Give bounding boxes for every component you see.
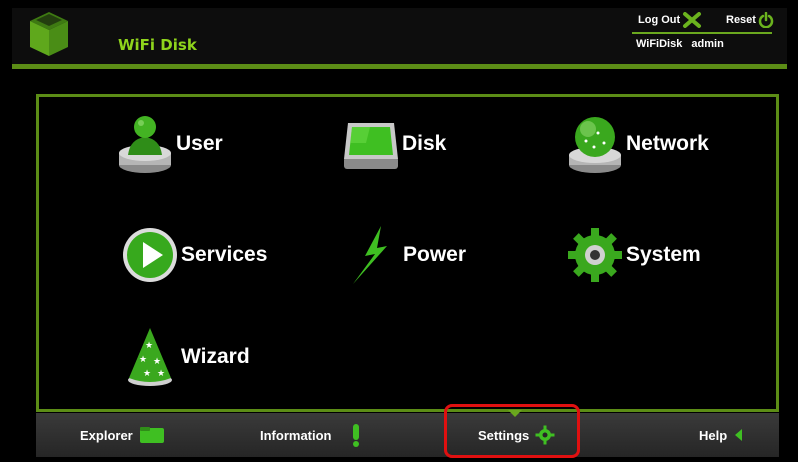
nav-help-label: Help: [699, 427, 728, 443]
tile-disk-label: Disk: [402, 132, 447, 155]
nav-information[interactable]: Information: [260, 413, 364, 457]
tile-user[interactable]: User: [114, 113, 223, 175]
reset-label: Reset: [726, 14, 756, 26]
nav-explorer[interactable]: Explorer: [80, 413, 165, 457]
tile-power[interactable]: Power: [341, 224, 466, 286]
tile-network[interactable]: Network: [564, 113, 709, 175]
close-x-icon: [683, 12, 702, 28]
tile-system[interactable]: System: [564, 224, 701, 286]
nav-information-label: Information: [260, 427, 332, 443]
logout-label: Log Out: [638, 14, 681, 26]
session-panel: Log Out Reset WiFiDisk admin: [622, 10, 774, 58]
svg-text:★: ★: [139, 355, 147, 365]
header-divider: [632, 32, 772, 34]
reset-button[interactable]: Reset: [726, 12, 774, 28]
network-icon: [569, 117, 621, 173]
svg-text:★: ★: [143, 369, 151, 379]
logout-button[interactable]: Log Out: [638, 12, 702, 28]
nav-help[interactable]: Help: [699, 413, 745, 457]
services-icon: [123, 228, 177, 282]
settings-highlight-box: [444, 404, 580, 458]
tile-system-label: System: [626, 243, 701, 266]
tile-network-label: Network: [626, 132, 709, 155]
tile-disk[interactable]: Disk: [340, 113, 446, 175]
tile-wizard[interactable]: ★ ★ ★ ★ ★ Wizard: [119, 326, 250, 388]
disk-icon: [344, 123, 398, 169]
user-icon: [119, 116, 171, 173]
svg-text:★: ★: [157, 369, 165, 379]
tile-wizard-label: Wizard: [181, 345, 250, 368]
wizard-hat-icon: ★ ★ ★ ★ ★: [128, 328, 172, 386]
tile-power-label: Power: [403, 243, 467, 266]
power-reset-icon: [758, 12, 774, 28]
svg-text:★: ★: [145, 341, 153, 351]
tile-services[interactable]: Services: [119, 224, 267, 286]
folder-icon: [139, 427, 164, 443]
wifi-disk-logo-icon: [30, 12, 68, 56]
nav-explorer-label: Explorer: [80, 427, 133, 443]
username: admin: [691, 38, 724, 50]
session-info: WiFiDisk admin: [636, 38, 730, 50]
tile-services-label: Services: [181, 243, 268, 266]
svg-text:★: ★: [153, 357, 161, 367]
chevron-left-icon: [735, 429, 743, 441]
exclamation-icon: [352, 424, 359, 447]
device-name: WiFiDisk: [636, 38, 683, 50]
app-title: WiFi Disk: [118, 36, 197, 54]
header-accent-line: [12, 64, 787, 69]
power-icon: [353, 226, 387, 284]
tile-user-label: User: [176, 132, 223, 155]
gear-icon: [568, 228, 622, 282]
